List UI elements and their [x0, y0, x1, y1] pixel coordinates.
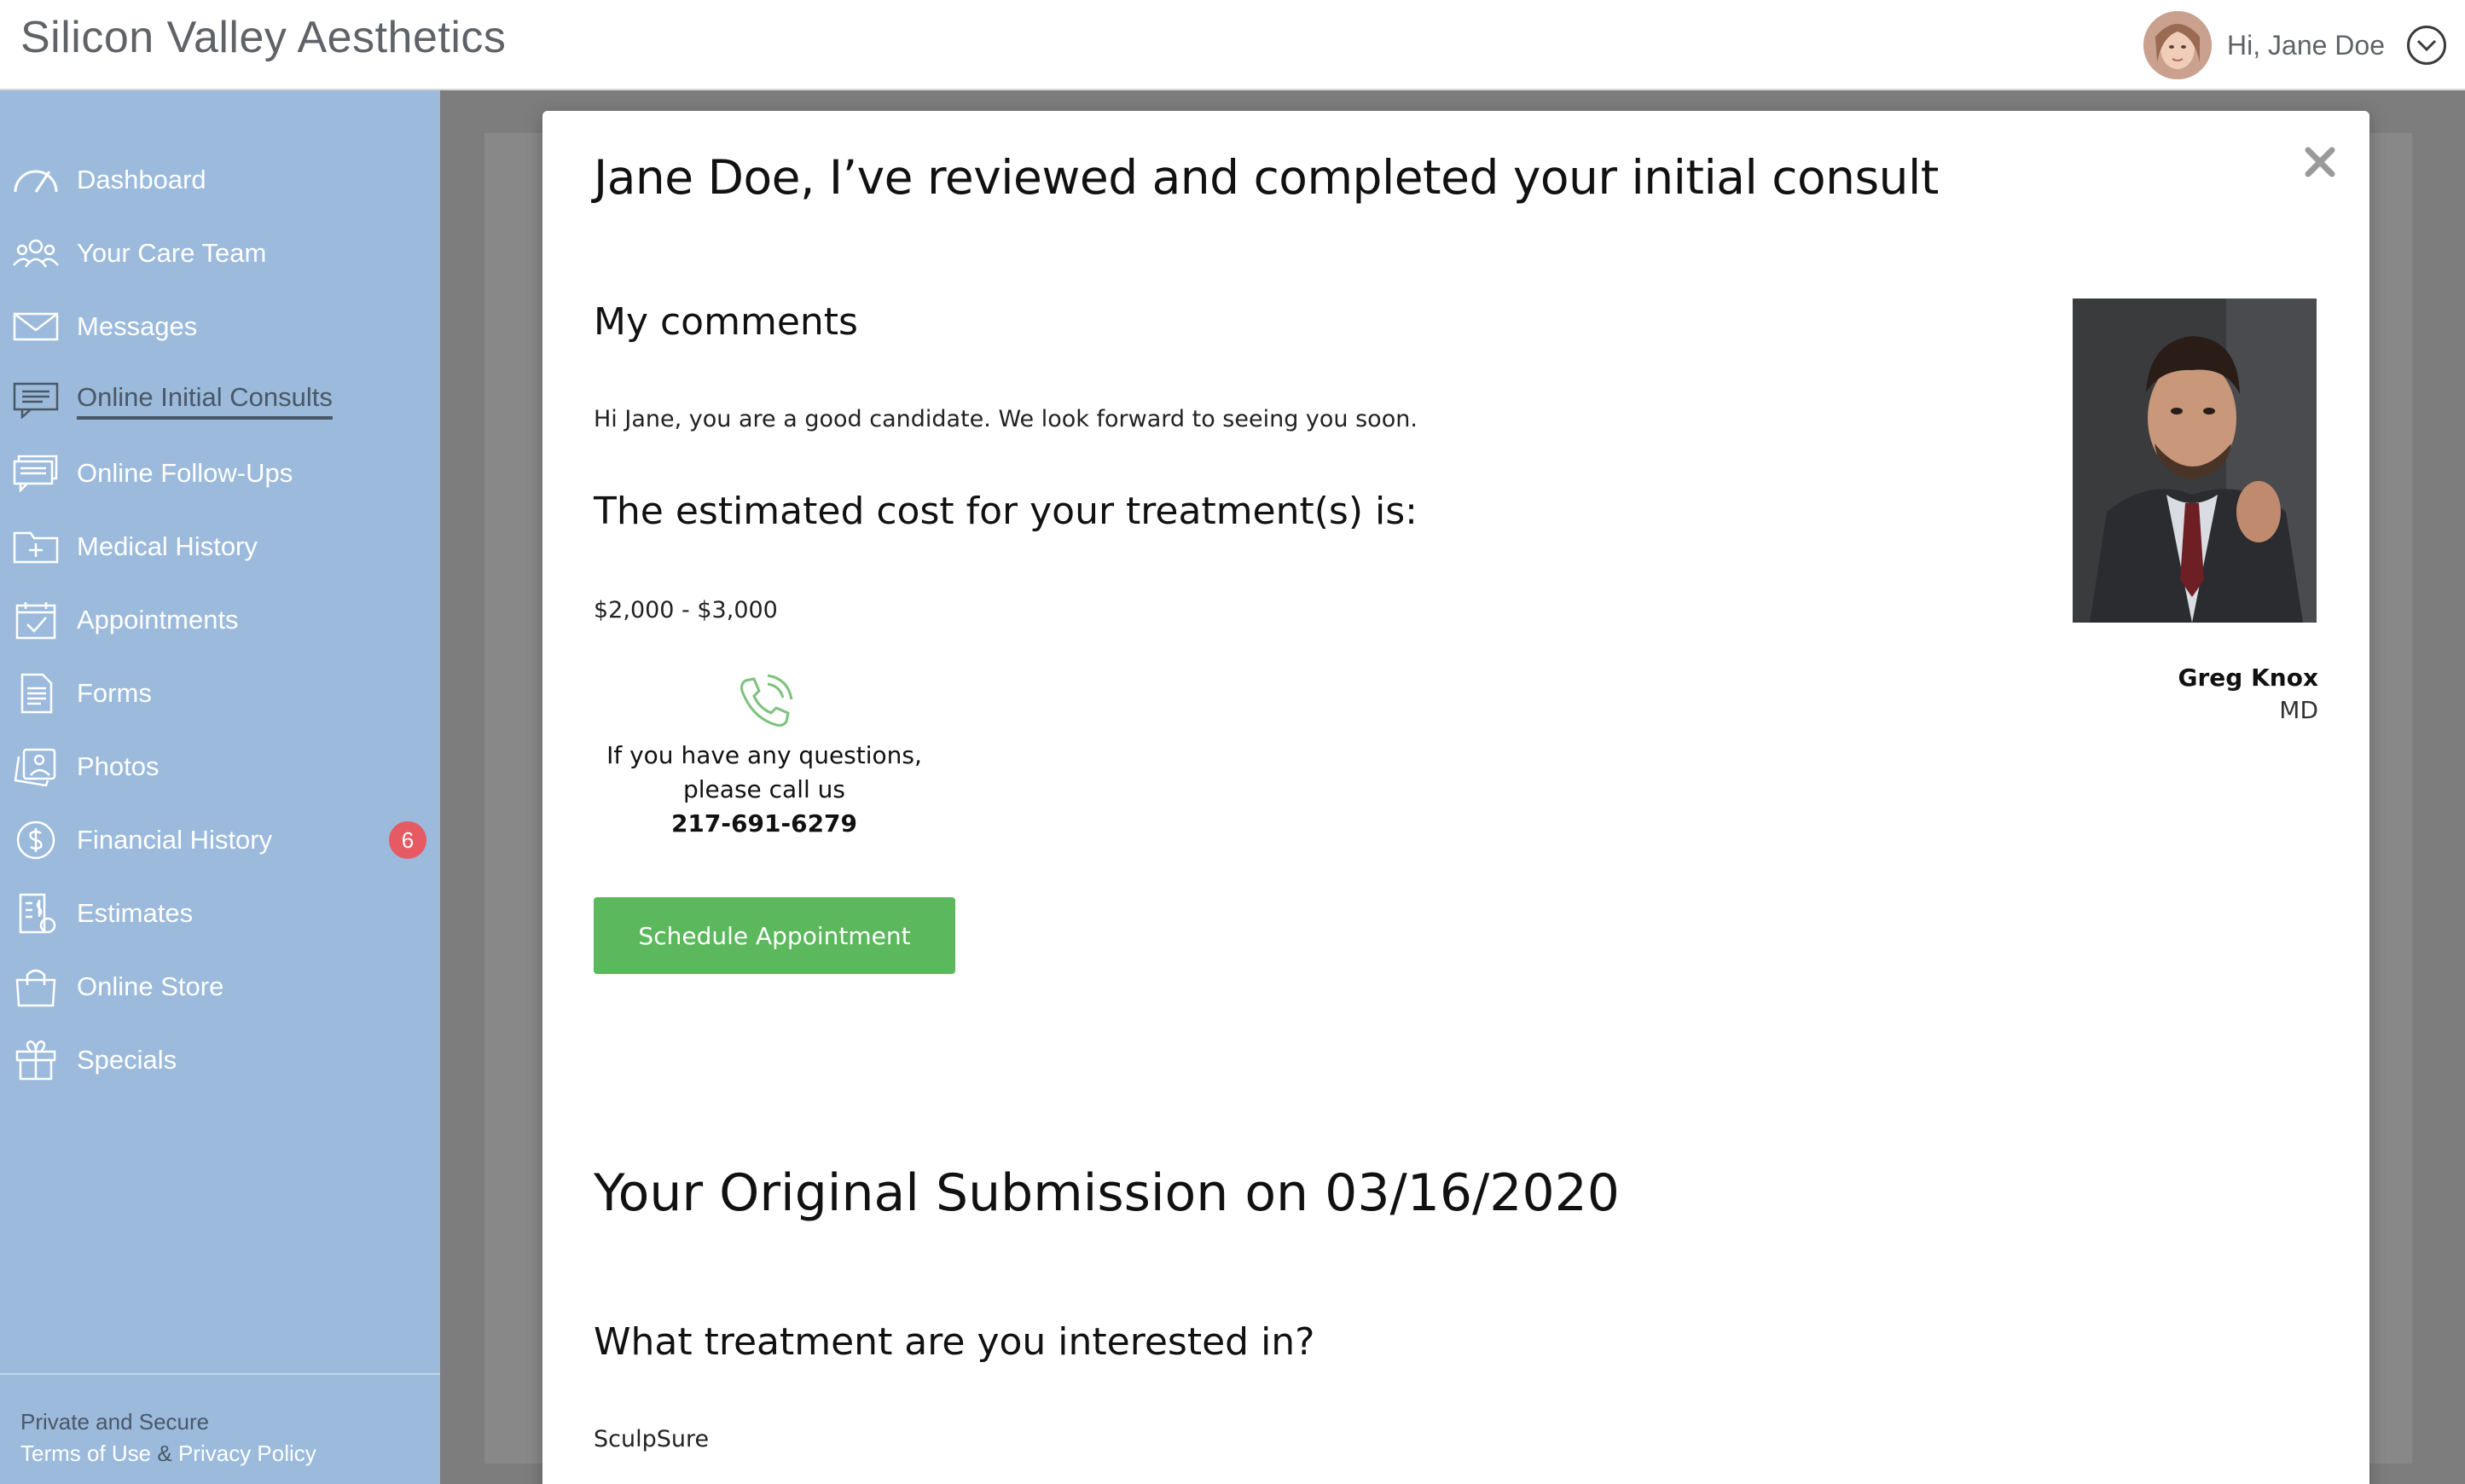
brand-title: Silicon Valley Aesthetics [20, 13, 507, 62]
sidebar-footer: Private and Secure Terms of Use & Privac… [0, 1373, 440, 1469]
chat-bubbles-icon [12, 452, 60, 495]
cost-value: $2,000 - $3,000 [594, 597, 778, 623]
footer-links: Terms of Use & Privacy Policy [20, 1438, 440, 1469]
sidebar-item-appointments[interactable]: Appointments [0, 583, 440, 657]
sidebar-item-photos[interactable]: Photos [0, 730, 440, 803]
modal-title: Jane Doe, I’ve reviewed and completed yo… [594, 150, 1939, 205]
document-icon [12, 672, 60, 715]
phone-number[interactable]: 217-691-6279 [594, 807, 935, 841]
shopping-bag-icon [12, 965, 60, 1008]
gift-icon [12, 1039, 60, 1081]
chevron-down-icon[interactable] [2407, 26, 2446, 65]
sidebar-item-estimates[interactable]: Estimates [0, 877, 440, 950]
medical-folder-icon [12, 525, 60, 568]
gauge-icon [12, 159, 60, 201]
terms-link[interactable]: Terms of Use [20, 1441, 151, 1466]
comments-text: Hi Jane, you are a good candidate. We lo… [594, 406, 1418, 432]
sidebar-item-label: Appointments [77, 605, 239, 635]
team-icon [12, 232, 60, 275]
sidebar-item-online-initial-consults[interactable]: Online Initial Consults [0, 363, 440, 437]
phone-line-2: please call us [683, 775, 845, 803]
estimate-icon [12, 892, 60, 935]
phone-line-1: If you have any questions, [606, 741, 922, 769]
chat-bubble-icon [12, 379, 60, 421]
schedule-appointment-button[interactable]: Schedule Appointment [594, 897, 955, 974]
sidebar-item-label: Dashboard [77, 165, 206, 194]
dollar-icon [12, 819, 60, 861]
private-secure-text: Private and Secure [20, 1409, 210, 1435]
ampersand: & [157, 1441, 172, 1466]
sidebar-item-label: Forms [77, 678, 152, 708]
submission-heading: Your Original Submission on 03/16/2020 [594, 1163, 1620, 1223]
sidebar-item-label: Online Initial Consults [77, 382, 333, 420]
sidebar-nav: Dashboard Your Care Team Messages Online… [0, 143, 440, 1097]
user-avatar[interactable] [2143, 11, 2213, 79]
envelope-icon [12, 305, 60, 348]
sidebar-item-label: Your Care Team [77, 238, 267, 268]
sidebar-item-care-team[interactable]: Your Care Team [0, 217, 440, 290]
privacy-link[interactable]: Privacy Policy [178, 1441, 316, 1466]
question-answer: SculpSure [594, 1426, 710, 1452]
photos-icon [12, 745, 60, 788]
comments-heading: My comments [594, 300, 858, 344]
sidebar-item-messages[interactable]: Messages [0, 290, 440, 363]
sidebar-item-label: Online Follow-Ups [77, 458, 293, 488]
sidebar: Dashboard Your Care Team Messages Online… [0, 90, 440, 1484]
sidebar-item-label: Messages [77, 311, 198, 341]
sidebar-item-label: Online Store [77, 971, 224, 1001]
sidebar-item-forms[interactable]: Forms [0, 657, 440, 730]
user-menu[interactable]: Hi, Jane Doe [2143, 10, 2446, 80]
sidebar-item-label: Financial History [77, 825, 273, 855]
doctor-photo [2073, 299, 2317, 623]
sidebar-item-label: Medical History [77, 531, 258, 561]
notification-badge: 6 [389, 821, 426, 859]
user-greeting: Hi, Jane Doe [2227, 29, 2385, 61]
question-heading: What treatment are you interested in? [594, 1320, 1315, 1364]
cost-heading: The estimated cost for your treatment(s)… [594, 490, 1418, 533]
top-header: Silicon Valley Aesthetics Hi, Jane Doe [0, 0, 2465, 90]
sidebar-item-online-store[interactable]: Online Store [0, 950, 440, 1023]
sidebar-item-specials[interactable]: Specials [0, 1023, 440, 1097]
phone-contact: If you have any questions, please call u… [594, 672, 935, 841]
phone-icon [734, 672, 795, 733]
doctor-name: Greg Knox [2178, 664, 2319, 692]
close-icon[interactable] [2301, 143, 2339, 181]
sidebar-item-label: Photos [77, 751, 160, 781]
sidebar-item-online-follow-ups[interactable]: Online Follow-Ups [0, 437, 440, 510]
sidebar-item-label: Estimates [77, 898, 194, 928]
doctor-title: MD [2279, 696, 2318, 724]
sidebar-item-label: Specials [77, 1045, 177, 1075]
sidebar-item-financial-history[interactable]: Financial History 6 [0, 803, 440, 877]
consult-modal: Jane Doe, I’ve reviewed and completed yo… [542, 111, 2369, 1484]
calendar-check-icon [12, 599, 60, 641]
sidebar-item-dashboard[interactable]: Dashboard [0, 143, 440, 217]
sidebar-item-medical-history[interactable]: Medical History [0, 510, 440, 583]
